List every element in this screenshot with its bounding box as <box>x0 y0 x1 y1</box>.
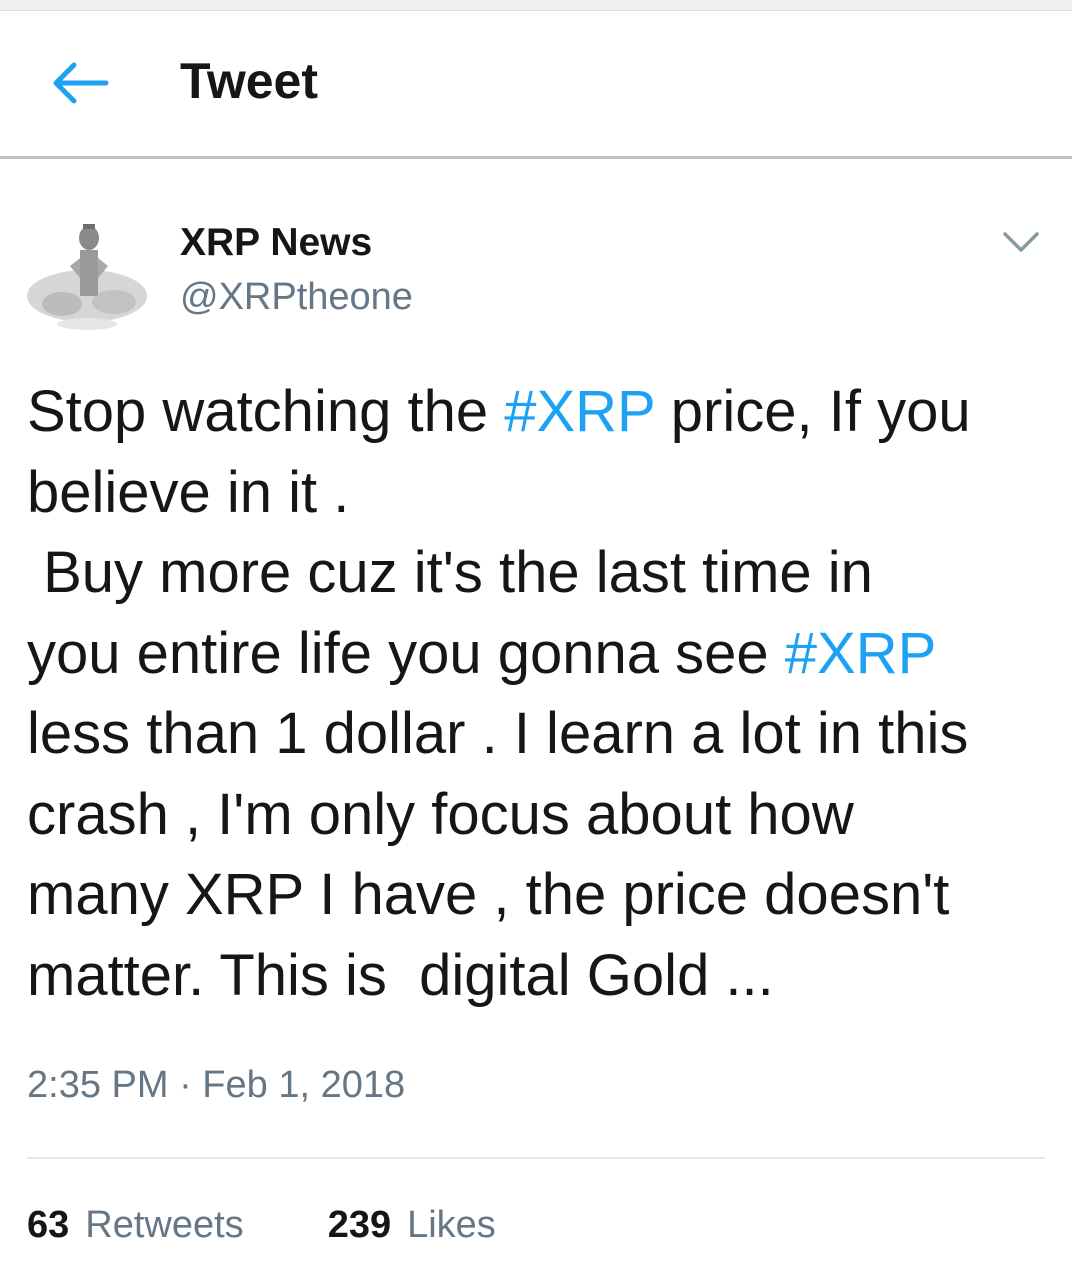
tweet-text-segment: matter. This is digital Gold ... <box>27 942 774 1008</box>
tweet-text-segment: believe in it . <box>27 459 350 525</box>
retweets-count: 63 <box>27 1204 70 1246</box>
tweet-text-line: less than 1 dollar . I learn a lot in th… <box>27 694 1057 775</box>
tweet-text-line: you entire life you gonna see #XRP <box>27 614 1057 695</box>
retweets-stat[interactable]: 63 Retweets <box>27 1200 244 1250</box>
tweet-text-segment: Buy more cuz it's the last time in <box>27 540 873 605</box>
tweet-text-line: believe in it . <box>27 453 1057 534</box>
tweet-timestamp: 2:35 PM · Feb 1, 2018 <box>27 1064 406 1106</box>
tweet-text-segment: less than 1 dollar . I learn a lot in th… <box>27 701 969 766</box>
arrow-left-icon <box>53 62 109 104</box>
author-handle[interactable]: @XRPtheone <box>180 274 413 320</box>
tweet-text-line: crash , I'm only focus about how <box>27 775 1057 856</box>
avatar[interactable] <box>22 214 152 334</box>
tweet-text-segment: many XRP I have , the price doesn't <box>27 862 950 927</box>
likes-count: 239 <box>327 1204 392 1246</box>
back-button[interactable] <box>44 53 116 113</box>
retweets-label: Retweets <box>85 1204 244 1246</box>
tweet-stats: 63 Retweets 239 Likes <box>27 1200 496 1250</box>
tweet-text-line: matter. This is digital Gold ... <box>27 936 1057 1017</box>
tweet-text-line: many XRP I have , the price doesn't <box>27 855 1057 936</box>
likes-stat[interactable]: 239 Likes <box>328 1200 496 1250</box>
status-bar-edge <box>0 0 1072 11</box>
tweet-text-segment: price, If you <box>654 379 971 444</box>
tweet-text-segment: you entire life you gonna see <box>27 620 785 686</box>
tweet-text-line: Stop watching the #XRP price, If you <box>27 372 1057 453</box>
page-title: Tweet <box>180 53 318 109</box>
top-app-bar: Tweet <box>0 11 1072 159</box>
tweet-options-button[interactable] <box>995 222 1047 262</box>
hashtag-link[interactable]: #XRP <box>504 379 654 444</box>
avatar-photo <box>27 224 147 330</box>
tweet-text-line: Buy more cuz it's the last time in <box>27 533 1057 614</box>
tweet-text-segment: crash , I'm only focus about how <box>27 781 854 847</box>
hashtag-link[interactable]: #XRP <box>785 621 937 686</box>
tweet-text: Stop watching the #XRP price, If you beli… <box>27 372 1057 1016</box>
author-name[interactable]: XRP News <box>180 220 372 266</box>
divider <box>27 1157 1045 1159</box>
likes-label: Likes <box>407 1204 496 1246</box>
chevron-down-icon <box>1003 232 1039 252</box>
tweet-text-segment: Stop watching the <box>27 379 505 444</box>
